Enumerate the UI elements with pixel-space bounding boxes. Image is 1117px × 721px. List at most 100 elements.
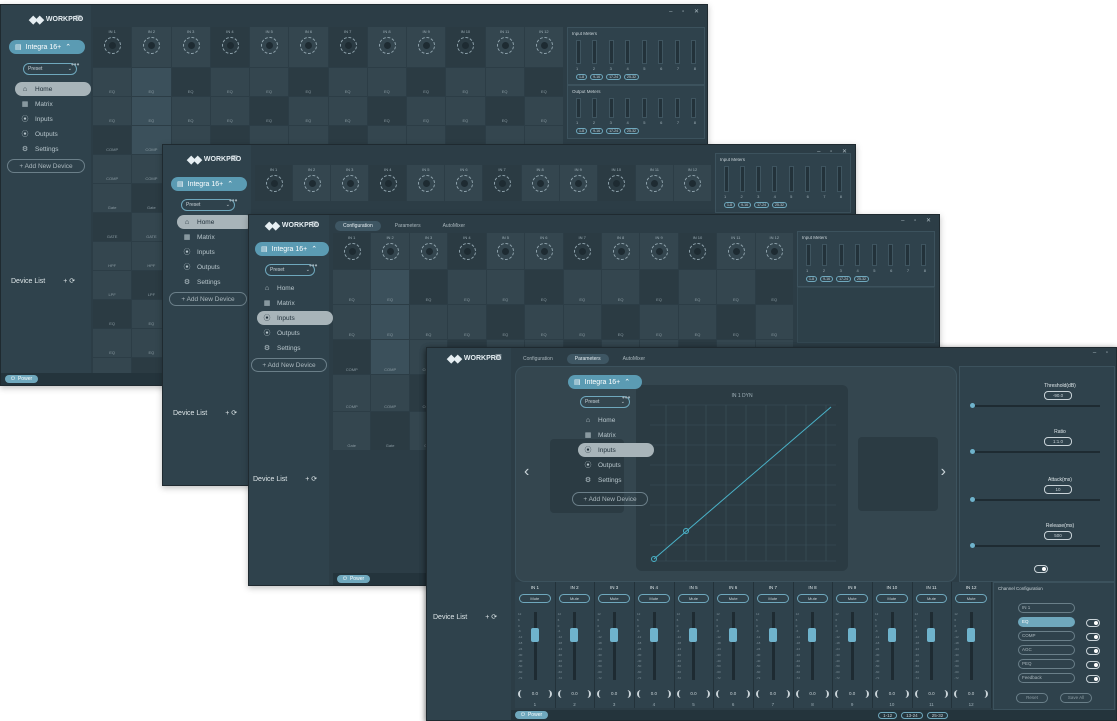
mute-button[interactable]: Mute xyxy=(757,594,789,603)
processing-cell[interactable]: EQ xyxy=(333,305,371,339)
cc-row-comp[interactable]: COMP xyxy=(1018,631,1075,641)
mute-button[interactable]: Mute xyxy=(796,594,829,603)
nav-item-inputs[interactable]: ⦿ Inputs xyxy=(257,311,333,325)
gain-knob[interactable] xyxy=(420,243,438,260)
channel-knob-cell[interactable]: IN 9 xyxy=(559,165,597,201)
gain-knob[interactable] xyxy=(104,37,122,54)
processing-cell[interactable]: EQ xyxy=(524,97,563,125)
dynamics-graph[interactable]: IN 1 DYN xyxy=(636,385,848,571)
fader-thumb[interactable] xyxy=(927,628,936,642)
nav-item-settings[interactable]: ⚙ Settings xyxy=(15,142,91,156)
fader-thumb[interactable] xyxy=(729,628,738,642)
fader-track[interactable] xyxy=(652,612,656,680)
more-icon[interactable]: ••• xyxy=(229,196,237,205)
page-25-32[interactable]: 25-32 xyxy=(926,711,949,719)
add-device-button[interactable]: + Add New Device xyxy=(7,159,85,173)
channel-knob-cell[interactable]: IN 7 xyxy=(328,27,367,67)
fader-thumb[interactable] xyxy=(570,628,579,642)
gain-knob[interactable] xyxy=(300,37,318,54)
meter-page-button[interactable]: 17-24 xyxy=(836,276,852,282)
channel-knob-cell[interactable]: IN 8 xyxy=(521,165,559,201)
cc-channel-select[interactable]: IN 1 xyxy=(1018,603,1075,613)
processing-cell[interactable]: COMP xyxy=(371,340,409,374)
gain-knob[interactable] xyxy=(496,37,514,54)
fader-value[interactable]: 0.0 xyxy=(557,690,592,698)
gain-knob[interactable] xyxy=(689,243,707,260)
add-icon[interactable]: + ⟳ xyxy=(225,409,237,417)
mute-button[interactable]: Mute xyxy=(598,594,630,603)
processing-cell[interactable]: EQ xyxy=(333,270,371,304)
meter-page-button[interactable]: 25-32 xyxy=(624,128,639,134)
fader-value[interactable]: 0.0 xyxy=(954,690,988,698)
processing-cell[interactable]: Gate xyxy=(371,412,409,450)
add-device-button[interactable]: + Add New Device xyxy=(251,358,327,372)
channel-knob-cell[interactable]: IN 5 xyxy=(486,233,525,269)
tab-parameters[interactable]: Parameters xyxy=(566,354,609,364)
processing-cell[interactable]: COMP xyxy=(93,155,132,183)
fader-thumb[interactable] xyxy=(848,628,857,642)
add-device-button[interactable]: + Add New Device xyxy=(572,492,648,506)
nav-item-settings[interactable]: ⚙ Settings xyxy=(177,275,253,289)
meter-page-button[interactable]: 1-8 xyxy=(724,202,736,208)
processing-cell[interactable]: EQ xyxy=(210,97,249,125)
fader-track[interactable] xyxy=(533,612,537,680)
power-button[interactable]: ⏻ Power xyxy=(515,711,549,719)
channel-knob-cell[interactable]: IN 12 xyxy=(755,233,793,269)
fader-track[interactable] xyxy=(970,612,974,680)
gain-knob[interactable] xyxy=(684,175,702,192)
processing-cell[interactable]: EQ xyxy=(409,305,448,339)
nav-item-home[interactable]: ⌂ Home xyxy=(578,413,654,427)
save-all-button[interactable]: Save All xyxy=(1060,693,1092,703)
cc-row-eq[interactable]: EQ xyxy=(1018,617,1075,627)
fader-thumb[interactable] xyxy=(530,628,539,642)
device-button[interactable]: ▤Integra 16+⌃ xyxy=(171,177,247,191)
reset-button[interactable]: Reset xyxy=(1016,693,1048,703)
gain-knob[interactable] xyxy=(417,175,435,192)
gain-knob[interactable] xyxy=(535,37,553,54)
gain-knob[interactable] xyxy=(339,37,357,54)
processing-cell[interactable]: COMP xyxy=(93,126,132,154)
nav-item-matrix[interactable]: ▦ Matrix xyxy=(177,230,253,244)
gain-knob[interactable] xyxy=(494,175,512,192)
add-icon[interactable]: + ⟳ xyxy=(63,277,75,285)
processing-cell[interactable]: EQ xyxy=(371,305,409,339)
processing-cell[interactable]: LPF xyxy=(93,271,132,299)
gain-knob[interactable] xyxy=(608,175,626,192)
processing-cell[interactable]: EQ xyxy=(210,68,249,96)
mute-button[interactable]: Mute xyxy=(677,594,710,603)
fader-thumb[interactable] xyxy=(649,628,658,642)
gain-knob[interactable] xyxy=(261,37,279,54)
mute-button[interactable]: Mute xyxy=(876,594,908,603)
meter-page-button[interactable]: 17-24 xyxy=(754,202,770,208)
preset-select[interactable]: Preset ⌄ xyxy=(265,264,315,276)
nav-item-home[interactable]: ⌂ Home xyxy=(177,215,253,229)
page-13-24[interactable]: 13-24 xyxy=(901,711,923,719)
processing-cell[interactable]: EQ xyxy=(446,68,485,96)
meter-page-button[interactable]: 25-32 xyxy=(772,202,787,208)
menu-icon[interactable]: ≡ xyxy=(75,11,82,25)
processing-cell[interactable]: EQ xyxy=(93,68,132,96)
processing-cell[interactable]: EQ xyxy=(717,270,755,304)
add-icon[interactable]: + ⟳ xyxy=(485,613,497,621)
nav-item-matrix[interactable]: ▦ Matrix xyxy=(15,97,91,111)
gain-knob[interactable] xyxy=(143,37,161,54)
fader-thumb[interactable] xyxy=(967,628,976,642)
device-button[interactable]: ▤Integra 16+⌃ xyxy=(255,242,329,256)
release-value[interactable]: 500 xyxy=(1044,531,1072,540)
channel-knob-cell[interactable]: IN 10 xyxy=(678,233,717,269)
nav-item-outputs[interactable]: ⦿ Outputs xyxy=(578,458,654,472)
processing-cell[interactable]: COMP xyxy=(371,375,409,411)
channel-knob-cell[interactable]: IN 7 xyxy=(563,233,601,269)
gain-knob[interactable] xyxy=(221,37,239,54)
processing-cell[interactable]: EQ xyxy=(328,97,367,125)
processing-cell[interactable]: EQ xyxy=(289,97,328,125)
channel-knob-cell[interactable]: IN 1 xyxy=(333,233,371,269)
channel-knob-cell[interactable]: IN 4 xyxy=(448,233,486,269)
tab-automixer[interactable]: AutoMixer xyxy=(615,354,654,364)
processing-cell[interactable]: EQ xyxy=(132,68,171,96)
processing-cell[interactable]: EQ xyxy=(171,68,210,96)
gain-knob[interactable] xyxy=(418,37,436,54)
fader-value[interactable]: 0.0 xyxy=(835,690,869,698)
power-button[interactable]: ⏻ Power xyxy=(337,575,371,583)
gain-knob[interactable] xyxy=(182,37,200,54)
